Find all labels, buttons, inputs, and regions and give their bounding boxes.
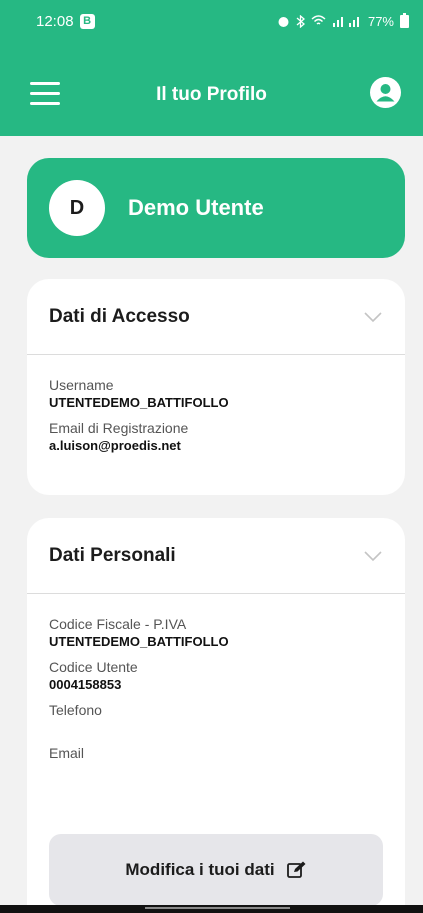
access-data-title: Dati di Accesso xyxy=(49,305,190,327)
status-indicators: 77% xyxy=(277,12,409,29)
access-data-body: Username UTENTEDEMO_BATTIFOLLO Email di … xyxy=(27,355,405,454)
home-indicator[interactable] xyxy=(145,907,290,909)
tax-code-value: UTENTEDEMO_BATTIFOLLO xyxy=(49,634,229,649)
wifi-icon xyxy=(311,15,326,25)
app-bar: Il tuo Profilo xyxy=(0,42,423,136)
alarm-icon xyxy=(278,16,289,27)
personal-data-header[interactable]: Dati Personali xyxy=(27,518,405,594)
email-label: Email xyxy=(49,745,85,761)
user-code-label: Codice Utente xyxy=(49,659,138,675)
bluetooth-icon xyxy=(296,14,305,28)
personal-data-body: Codice Fiscale - P.IVA UTENTEDEMO_BATTIF… xyxy=(27,594,405,779)
notification-badge-icon: B xyxy=(79,13,95,29)
signal-icon xyxy=(332,17,359,27)
username-value: UTENTEDEMO_BATTIFOLLO xyxy=(49,395,229,410)
registration-email-value: a.luison@proedis.net xyxy=(49,438,181,453)
user-account-icon[interactable] xyxy=(370,77,401,108)
system-navigation-bar xyxy=(0,905,423,913)
personal-data-title: Dati Personali xyxy=(49,544,176,566)
chevron-down-icon xyxy=(364,550,382,561)
user-name: Demo Utente xyxy=(128,195,264,220)
registration-email-label: Email di Registrazione xyxy=(49,420,189,436)
access-data-header[interactable]: Dati di Accesso xyxy=(27,279,405,355)
page-title: Il tuo Profilo xyxy=(156,84,267,105)
email-value xyxy=(49,762,383,779)
avatar: D xyxy=(49,180,105,236)
status-time: 12:08 xyxy=(36,12,74,30)
access-data-card: Dati di Accesso Username UTENTEDEMO_BATT… xyxy=(27,279,405,495)
edit-data-button[interactable]: Modifica i tuoi dati xyxy=(49,834,383,906)
edit-data-label: Modifica i tuoi dati xyxy=(125,860,275,879)
username-label: Username xyxy=(49,377,114,393)
status-bar: 12:08 B 77% xyxy=(0,0,423,42)
user-header-card: D Demo Utente xyxy=(27,158,405,258)
personal-data-card: Dati Personali Codice Fiscale - P.IVA UT… xyxy=(27,518,405,913)
status-time-group: 12:08 B xyxy=(36,13,95,30)
chevron-down-icon xyxy=(364,311,382,322)
phone-value xyxy=(49,719,383,736)
tax-code-label: Codice Fiscale - P.IVA xyxy=(49,616,187,632)
user-code-value: 0004158853 xyxy=(49,677,122,692)
battery-percent: 77% xyxy=(367,13,394,29)
edit-pencil-icon xyxy=(286,861,306,878)
phone-label: Telefono xyxy=(49,702,102,718)
battery-icon xyxy=(400,12,409,28)
